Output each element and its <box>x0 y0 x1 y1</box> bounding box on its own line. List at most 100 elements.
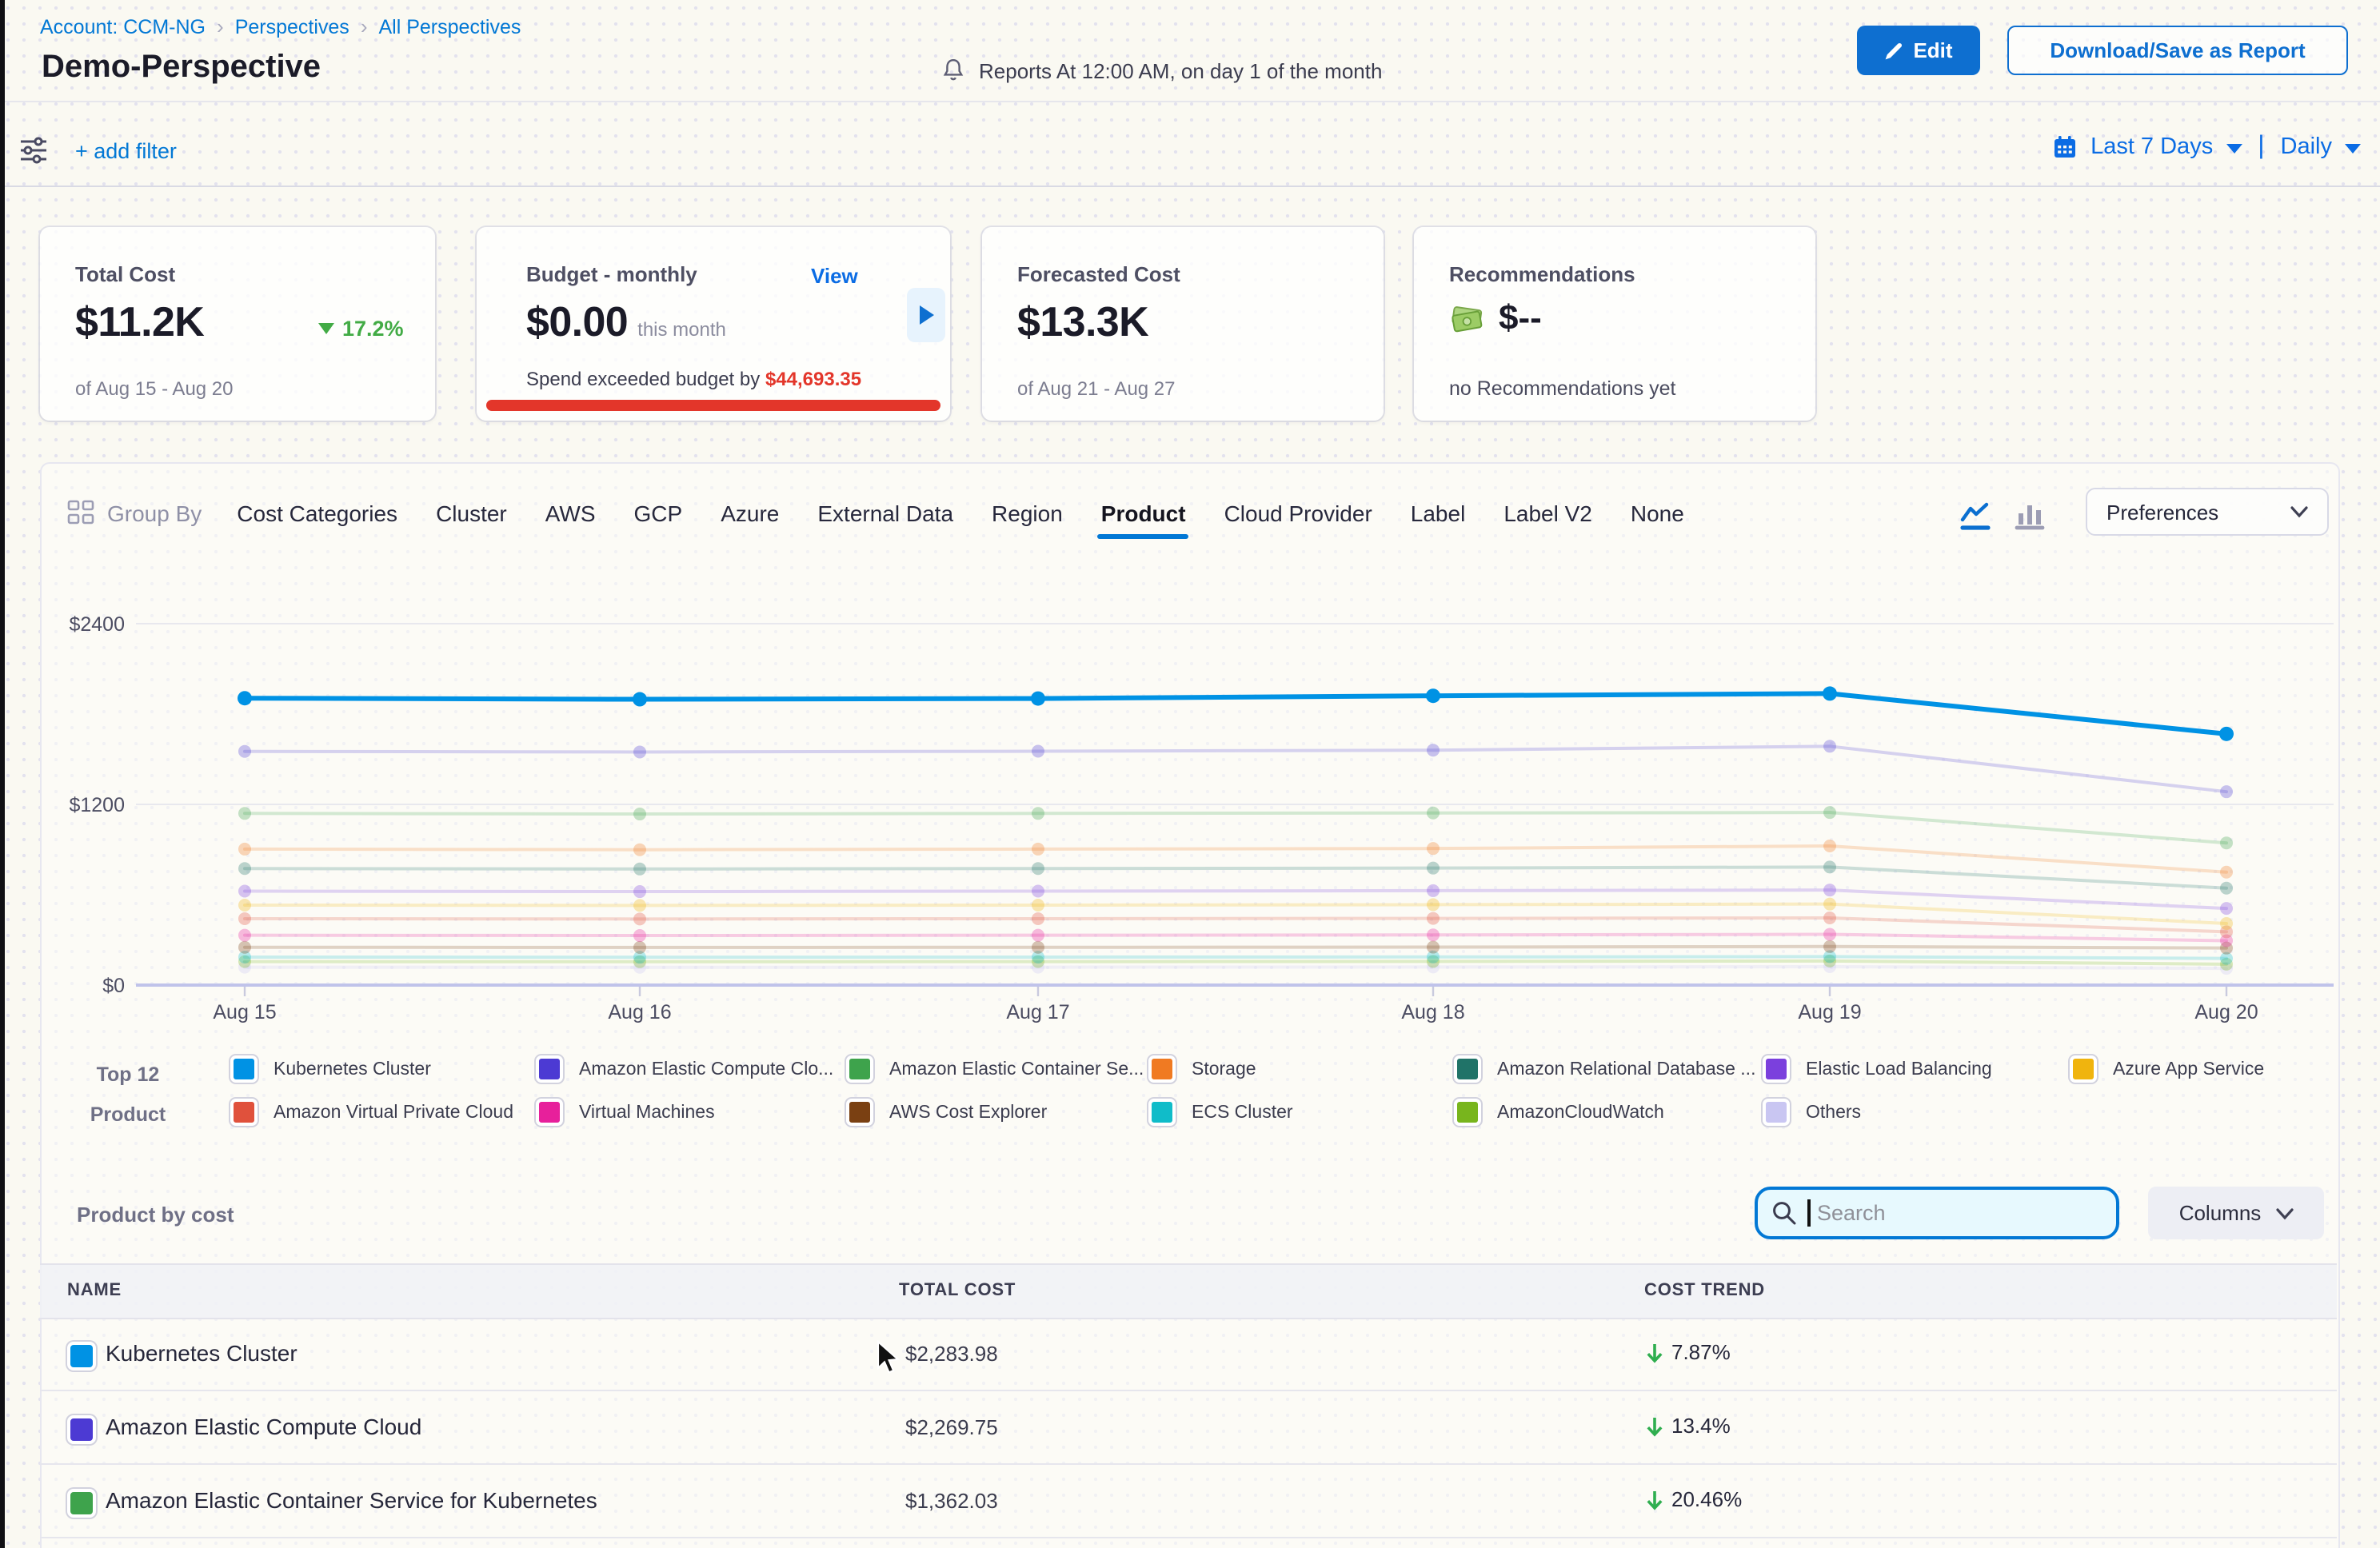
download-button-label: Download/Save as Report <box>2050 38 2305 62</box>
trend-down-icon <box>1644 1488 1665 1510</box>
total-cost-delta-value: 17.2% <box>342 317 404 341</box>
legend-title-line2: Product <box>67 1095 189 1135</box>
tab-external-data[interactable]: External Data <box>817 500 953 525</box>
budget-value-suffix: this month <box>637 318 726 341</box>
forecasted-value: $13.3K <box>1017 297 1148 347</box>
col-header-name[interactable]: NAME <box>67 1265 122 1318</box>
group-by-row: Group By Cost Categories Cluster AWS GCP Azu… <box>67 499 1684 526</box>
row-total-cost: $2,269.75 <box>905 1415 998 1439</box>
svg-text:Aug 17: Aug 17 <box>1006 1001 1069 1023</box>
tab-region[interactable]: Region <box>992 500 1063 525</box>
budget-progress-bar <box>486 400 940 411</box>
budget-view-link[interactable]: View <box>811 264 858 288</box>
legend-swatch <box>1454 1099 1481 1126</box>
recommendations-card: Recommendations $-- no Recommendations y… <box>1414 227 1815 421</box>
chevron-down-icon[interactable] <box>2345 144 2361 154</box>
legend-label: Elastic Load Balancing <box>1806 1059 1992 1079</box>
tab-cost-categories[interactable]: Cost Categories <box>237 500 397 525</box>
window-edge <box>0 0 5 1548</box>
tab-product[interactable]: Product <box>1101 500 1186 525</box>
recommendations-subtext: no Recommendations yet <box>1449 377 1676 400</box>
filter-divider <box>0 186 2380 187</box>
search-input[interactable] <box>1755 1187 2119 1239</box>
col-header-cost-trend[interactable]: COST TREND <box>1644 1265 1765 1318</box>
svg-text:Aug 19: Aug 19 <box>1798 1001 1861 1023</box>
chevron-down-icon[interactable] <box>2226 144 2242 154</box>
table-row-kubernetes-cluster[interactable]: Kubernetes Cluster$2,283.987.87% <box>40 1318 2337 1391</box>
columns-label: Columns <box>2179 1201 2262 1225</box>
svg-text:Aug 15: Aug 15 <box>213 1001 276 1023</box>
breadcrumb: Account: CCM-NG › Perspectives › All Per… <box>40 14 521 38</box>
legend-item-storage[interactable]: Storage <box>1148 1055 1454 1083</box>
legend-item-virtual-machines[interactable]: Virtual Machines <box>536 1099 846 1126</box>
page-title: Demo-Perspective <box>42 50 321 86</box>
filter-settings-icon[interactable] <box>18 134 50 166</box>
legend-item-amazon-virtual-private-cloud[interactable]: Amazon Virtual Private Cloud <box>230 1099 536 1126</box>
tab-label[interactable]: Label <box>1411 500 1466 525</box>
recommendations-value: $-- <box>1499 297 1542 339</box>
line-chart-icon[interactable] <box>1958 499 1993 534</box>
columns-button[interactable]: Columns <box>2148 1187 2324 1239</box>
col-header-total-cost[interactable]: TOTAL COST <box>899 1265 1016 1318</box>
calendar-icon <box>2052 134 2078 160</box>
legend-swatch <box>230 1099 258 1126</box>
tab-aws[interactable]: AWS <box>545 500 596 525</box>
tab-cloud-provider[interactable]: Cloud Provider <box>1224 500 1372 525</box>
chart-legend: Kubernetes ClusterAmazon Elastic Compute… <box>230 1054 2326 1127</box>
legend-item-aws-cost-explorer[interactable]: AWS Cost Explorer <box>846 1099 1148 1126</box>
time-range-selector[interactable]: Last 7 Days <box>2090 134 2213 160</box>
download-save-report-button[interactable]: Download/Save as Report <box>2007 26 2348 75</box>
tab-gcp[interactable]: GCP <box>634 500 683 525</box>
legend-item-amazon-elastic-compute-cloud[interactable]: Amazon Elastic Compute Clo... <box>536 1055 846 1083</box>
row-trend-value: 7.87% <box>1671 1340 1731 1364</box>
trend-down-icon <box>1644 1341 1665 1363</box>
group-by-label-text: Group By <box>107 500 202 525</box>
total-cost-delta: 17.2% <box>318 317 404 341</box>
legend-label: AmazonCloudWatch <box>1497 1103 1664 1122</box>
row-color-swatch <box>67 1342 96 1370</box>
legend-item-others[interactable]: Others <box>1763 1099 2070 1126</box>
table-row-amazon-elastic-container-service-for-kubernetes[interactable]: Amazon Elastic Container Service for Kub… <box>40 1465 2337 1538</box>
edit-button[interactable]: Edit <box>1857 26 1980 75</box>
search-box <box>1755 1187 2119 1239</box>
tab-cluster[interactable]: Cluster <box>436 500 507 525</box>
legend-title-line1: Top 12 <box>67 1055 189 1095</box>
tab-none[interactable]: None <box>1631 500 1684 525</box>
forecasted-cost-card: Forecasted Cost $13.3K of Aug 21 - Aug 2… <box>982 227 1384 421</box>
legend-item-amazoncloudwatch[interactable]: AmazonCloudWatch <box>1454 1099 1763 1126</box>
row-trend-value: 20.46% <box>1671 1487 1742 1511</box>
legend-swatch <box>536 1099 563 1126</box>
row-cost-trend: 13.4% <box>1644 1414 1731 1438</box>
chart-type-toggle <box>1958 499 2047 534</box>
row-name: Amazon Elastic Container Service for Kub… <box>106 1487 597 1513</box>
legend-item-elastic-load-balancing[interactable]: Elastic Load Balancing <box>1763 1055 2070 1083</box>
tab-azure[interactable]: Azure <box>721 500 779 525</box>
legend-swatch <box>536 1055 563 1083</box>
table-row-amazon-elastic-compute-cloud[interactable]: Amazon Elastic Compute Cloud$2,269.7513.… <box>40 1391 2337 1465</box>
svg-text:$2400: $2400 <box>69 613 125 636</box>
forecasted-period: of Aug 21 - Aug 27 <box>1017 377 1176 400</box>
budget-exceeded-label: Spend exceeded budget by <box>526 368 760 390</box>
legend-item-amazon-relational-database-service[interactable]: Amazon Relational Database ... <box>1454 1055 1763 1083</box>
add-filter-button[interactable]: + add filter <box>75 139 177 163</box>
row-color-swatch <box>67 1489 96 1518</box>
legend-item-azure-app-service[interactable]: Azure App Service <box>2070 1055 2326 1083</box>
preferences-button[interactable]: Preferences <box>2086 488 2329 536</box>
granularity-selector[interactable]: Daily <box>2281 134 2332 160</box>
tab-label-v2[interactable]: Label V2 <box>1503 500 1592 525</box>
legend-item-ecs-cluster[interactable]: ECS Cluster <box>1148 1099 1454 1126</box>
budget-expand-handle[interactable] <box>907 288 945 342</box>
breadcrumb-perspectives-link[interactable]: Perspectives <box>235 15 349 38</box>
breadcrumb-account-link[interactable]: Account: CCM-NG <box>40 15 206 38</box>
legend-label: Amazon Elastic Container Se... <box>889 1059 1144 1079</box>
total-cost-card: Total Cost $11.2K 17.2% of Aug 15 - Aug … <box>40 227 435 421</box>
time-range-bar: Last 7 Days | Daily <box>2052 133 2361 162</box>
budget-exceeded-amount: $44,693.35 <box>765 368 861 390</box>
bar-chart-icon[interactable] <box>2012 499 2047 534</box>
legend-item-kubernetes-cluster[interactable]: Kubernetes Cluster <box>230 1055 536 1083</box>
breadcrumb-separator: › <box>361 14 368 38</box>
legend-label: Virtual Machines <box>579 1103 715 1122</box>
legend-item-amazon-elastic-container-service[interactable]: Amazon Elastic Container Se... <box>846 1055 1148 1083</box>
trend-down-icon <box>1644 1414 1665 1437</box>
breadcrumb-all-perspectives-link[interactable]: All Perspectives <box>379 15 521 38</box>
